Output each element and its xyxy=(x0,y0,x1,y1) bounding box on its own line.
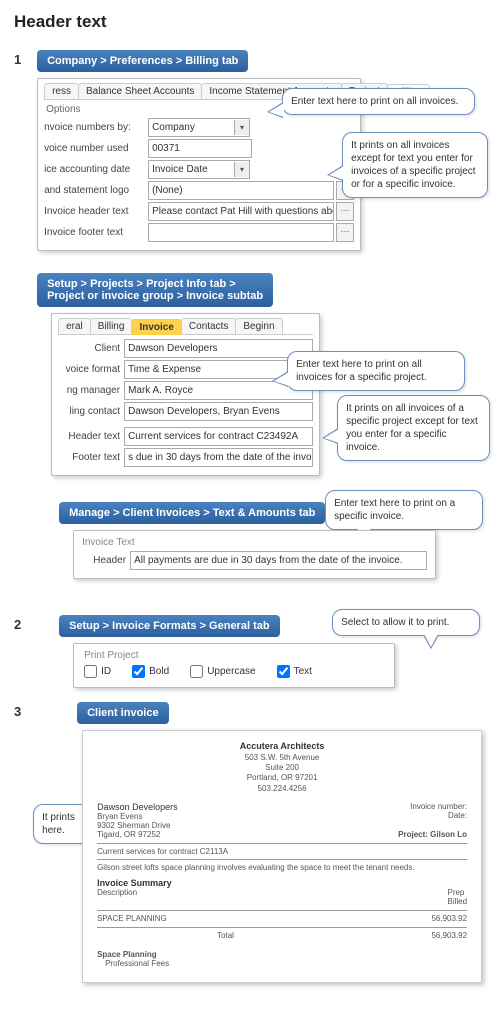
label-numused: voice number used xyxy=(44,143,144,154)
callout-2: Enter text here to print on all invoices… xyxy=(287,351,465,391)
client-invoice-preview: Accutera Architects 503 S.W. 5th Avenue … xyxy=(82,730,482,983)
print-project-title: Print Project xyxy=(84,650,384,661)
callout-1: Enter text here to print on all invoices… xyxy=(282,88,475,115)
breadcrumb-billing: Company > Preferences > Billing tab xyxy=(37,50,248,72)
page-title: Header text xyxy=(14,12,488,32)
breadcrumb-project: Setup > Projects > Project Info tab > Pr… xyxy=(37,273,273,307)
callout-2b: It prints on all invoices of a specific … xyxy=(337,395,490,461)
invoice-text-title: Invoice Text xyxy=(82,537,427,548)
tab-billing[interactable]: Billing xyxy=(90,318,133,334)
checkbox-bold[interactable]: Bold xyxy=(132,665,169,678)
tab-address[interactable]: ress xyxy=(44,83,79,99)
dropdown-acctdate[interactable]: Invoice Date▾ xyxy=(148,160,250,179)
field-logo[interactable]: (None) xyxy=(148,181,334,200)
breadcrumb-client-invoice: Client invoice xyxy=(77,702,169,724)
tab-general[interactable]: eral xyxy=(58,318,91,334)
label-client: Client xyxy=(58,343,120,354)
label-inv-header: Header xyxy=(82,555,126,566)
field-proj-header[interactable]: Current services for contract C23492A xyxy=(124,427,313,446)
tab-invoice[interactable]: Invoice xyxy=(131,319,181,335)
callout-3: Enter text here to print on a specific i… xyxy=(325,490,483,530)
step-1-number: 1 xyxy=(14,52,34,67)
callout-1b: It prints on all invoices except for tex… xyxy=(342,132,488,198)
step-2-number: 2 xyxy=(14,617,34,632)
label-proj-header: Header text xyxy=(58,431,120,442)
label-header: Invoice header text xyxy=(44,206,144,217)
field-contact[interactable]: Dawson Developers, Bryan Evens xyxy=(124,402,313,421)
dropdown-numby[interactable]: Company▾ xyxy=(148,118,250,137)
callout-4: Select to allow it to print. xyxy=(332,609,480,636)
field-client[interactable]: Dawson Developers xyxy=(124,339,313,358)
edit-button[interactable]: ⋯ xyxy=(336,202,354,221)
label-numby: nvoice numbers by: xyxy=(44,122,144,133)
field-inv-header[interactable]: All payments are due in 30 days from the… xyxy=(130,551,427,570)
breadcrumb-manage: Manage > Client Invoices > Text & Amount… xyxy=(59,502,325,524)
field-proj-footer[interactable]: s due in 30 days from the date of the in… xyxy=(124,448,313,467)
field-footer-text[interactable] xyxy=(148,223,334,242)
project-tabs[interactable]: eral Billing Invoice Contacts Beginn xyxy=(58,318,313,335)
label-acctdate: ice accounting date xyxy=(44,164,144,175)
tab-beginning[interactable]: Beginn xyxy=(235,318,282,334)
invoice-header-text: Current services for contract C2113A xyxy=(97,847,467,856)
step-3-number: 3 xyxy=(14,704,34,719)
checkbox-uppercase[interactable]: Uppercase xyxy=(190,665,255,678)
checkbox-text[interactable]: Text xyxy=(277,665,312,678)
edit-button[interactable]: ⋯ xyxy=(336,223,354,242)
label-format: voice format xyxy=(58,364,120,375)
breadcrumb-formats: Setup > Invoice Formats > General tab xyxy=(59,615,280,637)
tab-balance[interactable]: Balance Sheet Accounts xyxy=(78,83,202,99)
chevron-down-icon: ▾ xyxy=(234,120,249,135)
firm-name: Accutera Architects xyxy=(97,741,467,753)
label-proj-footer: Footer text xyxy=(58,452,120,463)
chevron-down-icon: ▾ xyxy=(234,162,249,177)
label-logo: and statement logo xyxy=(44,185,144,196)
field-header-text[interactable]: Please contact Pat Hill with questions a… xyxy=(148,202,334,221)
tab-contacts[interactable]: Contacts xyxy=(181,318,236,334)
label-mgr: ng manager xyxy=(58,385,120,396)
checkbox-id[interactable]: ID xyxy=(84,665,111,678)
field-numused[interactable]: 00371 xyxy=(148,139,252,158)
label-footer: Invoice footer text xyxy=(44,227,144,238)
label-contact: ling contact xyxy=(58,406,120,417)
